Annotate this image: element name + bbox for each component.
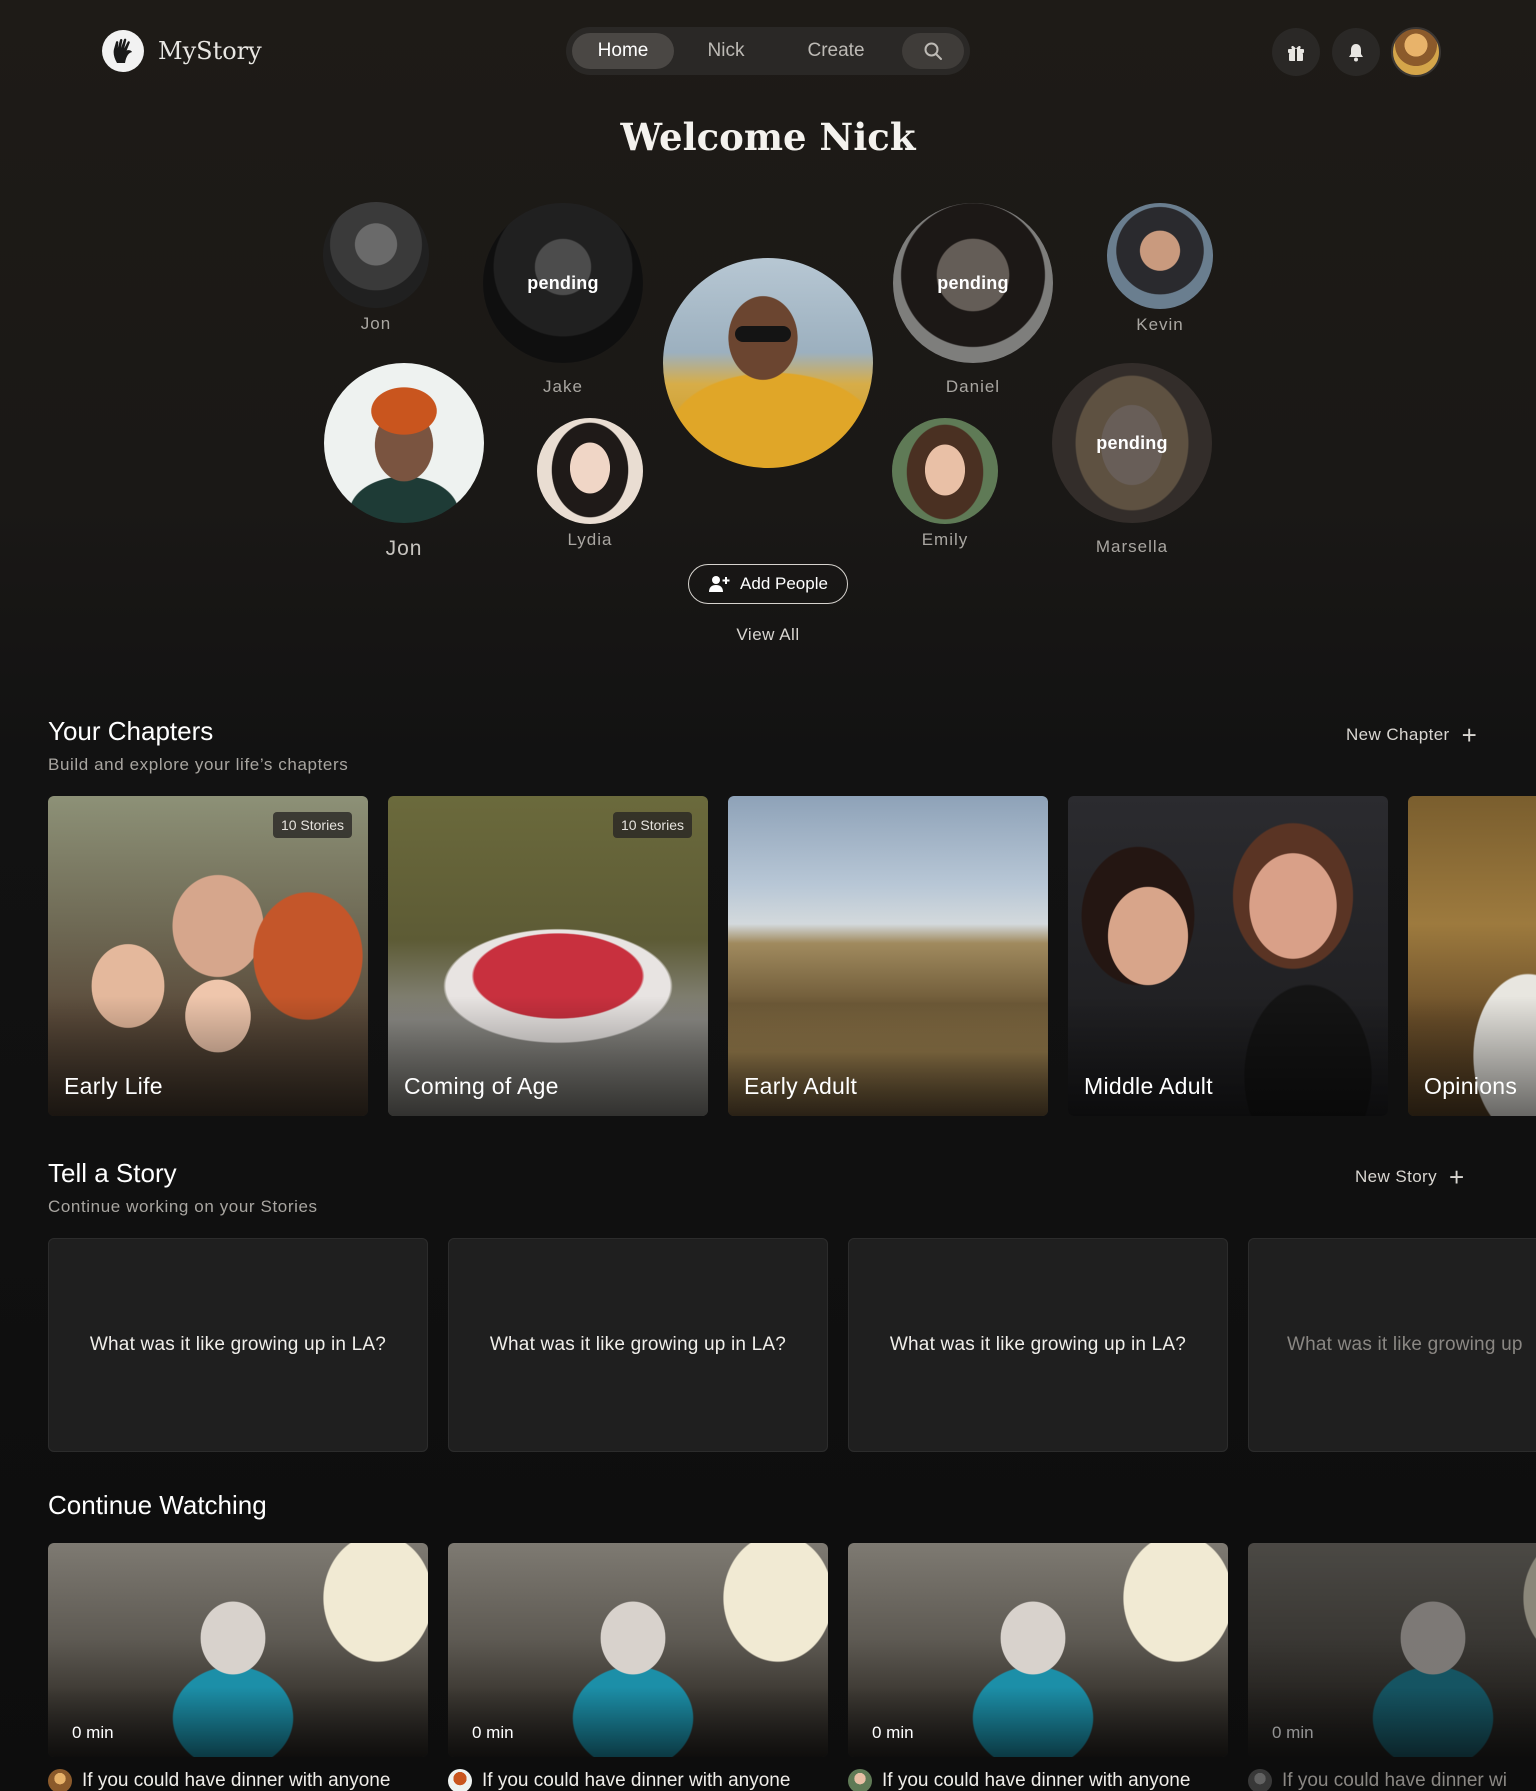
search-icon (924, 42, 942, 60)
tab-create[interactable]: Create (778, 33, 894, 69)
gift-icon (1288, 45, 1304, 61)
chapter-card-middle-adult[interactable]: Middle Adult (1068, 796, 1388, 1116)
video-card[interactable]: 0 min (1248, 1543, 1536, 1757)
add-user-icon (709, 576, 730, 592)
video-duration: 0 min (872, 1723, 914, 1742)
person-nick[interactable] (663, 258, 873, 468)
tab-home[interactable]: Home (572, 33, 674, 69)
new-story-label: New Story (1355, 1167, 1438, 1186)
chapter-label: Middle Adult (1084, 1073, 1213, 1099)
person-name: Kevin (1136, 315, 1184, 334)
new-chapter-label: New Chapter (1346, 725, 1450, 744)
avatar (323, 202, 429, 308)
avatar (892, 418, 998, 524)
video-title: If you could have dinner with anyone (882, 1770, 1191, 1791)
search-button[interactable] (902, 33, 964, 69)
video-card[interactable]: 0 min (448, 1543, 828, 1757)
video-duration: 0 min (72, 1723, 114, 1742)
add-people-button[interactable]: Add People (688, 564, 848, 604)
tab-nick[interactable]: Nick (674, 33, 778, 69)
chapter-card-opinions[interactable]: Opinions (1408, 796, 1536, 1116)
person-name: Lydia (567, 530, 613, 549)
story-card[interactable]: What was it like growing up in LA? (848, 1238, 1228, 1452)
hand-logo-icon (102, 30, 144, 72)
plus-icon: + (1449, 1162, 1465, 1192)
video-card[interactable]: 0 min (848, 1543, 1228, 1757)
pending-label: pending (937, 273, 1009, 293)
stories-badge: 10 Stories (272, 812, 352, 838)
video-title: If you could have dinner with anyone (482, 1770, 791, 1791)
person-emily[interactable]: Emily (892, 418, 998, 550)
bell-icon (1349, 44, 1363, 62)
story-card[interactable]: What was it like growing up in LA? (448, 1238, 828, 1452)
avatar (848, 1769, 872, 1791)
avatar (448, 1769, 472, 1791)
stories-title: Tell a Story (48, 1158, 177, 1188)
person-name: Jon (385, 537, 423, 560)
person-name: Daniel (945, 377, 1001, 396)
person-name: Marsella (1095, 537, 1169, 556)
chapters-subtitle: Build and explore your life’s chapters (48, 755, 349, 774)
video-title-row[interactable]: If you could have dinner wi (1248, 1768, 1536, 1791)
gift-button[interactable] (1272, 28, 1320, 76)
person-jake[interactable]: pending Jake (483, 203, 643, 397)
story-card[interactable]: What was it like growing up in LA? (48, 1238, 428, 1452)
avatar (537, 418, 643, 524)
chapters-title: Your Chapters (48, 716, 214, 746)
person-name: Emily (921, 530, 969, 549)
video-title: If you could have dinner wi (1282, 1770, 1507, 1791)
avatar (324, 363, 484, 523)
main-nav: Home Nick Create (566, 27, 970, 75)
avatar (1107, 203, 1213, 309)
chapter-card-early-adult[interactable]: Early Adult (728, 796, 1048, 1116)
video-card[interactable]: 0 min (48, 1543, 428, 1757)
person-lydia[interactable]: Lydia (537, 418, 643, 550)
watching-title: Continue Watching (48, 1490, 267, 1520)
pending-label: pending (527, 273, 599, 293)
person-jon-2[interactable]: Jon (323, 363, 485, 561)
person-daniel[interactable]: pending Daniel (893, 203, 1053, 397)
chapter-label: Early Life (64, 1073, 163, 1099)
video-title: If you could have dinner with anyone (82, 1770, 391, 1791)
top-bar: MyStory Home Nick Create (0, 0, 1536, 100)
avatar (663, 258, 873, 468)
video-title-row[interactable]: If you could have dinner with anyone (848, 1768, 1228, 1791)
person-name: Jon (360, 314, 392, 333)
plus-icon: + (1461, 720, 1478, 750)
video-title-row[interactable]: If you could have dinner with anyone (448, 1768, 828, 1791)
pending-label: pending (1096, 433, 1168, 453)
stories-subtitle: Continue working on your Stories (48, 1197, 318, 1216)
chapter-card-coming-of-age[interactable]: 10 Stories Coming of Age (388, 796, 708, 1116)
person-name: Jake (543, 377, 583, 396)
chapter-label: Early Adult (744, 1073, 858, 1099)
video-duration: 0 min (472, 1723, 514, 1742)
stories-badge: 10 Stories (612, 812, 692, 838)
page-title: Welcome Nick (620, 115, 916, 159)
app-name: MyStory (158, 37, 262, 65)
chapter-label: Opinions (1424, 1073, 1518, 1099)
chapter-label: Coming of Age (404, 1073, 559, 1099)
view-all-link[interactable]: View All (0, 625, 1536, 645)
avatar (1248, 1769, 1272, 1791)
notifications-button[interactable] (1332, 28, 1380, 76)
story-card[interactable]: What was it like growing up (1248, 1238, 1536, 1452)
avatar (48, 1769, 72, 1791)
chapter-card-early-life[interactable]: 10 Stories Early Life (48, 796, 368, 1116)
person-marsella[interactable]: pending Marsella (1052, 363, 1212, 557)
app-logo[interactable]: MyStory (102, 30, 262, 72)
person-kevin[interactable]: Kevin (1107, 203, 1213, 335)
user-avatar[interactable] (1391, 27, 1441, 77)
person-jon[interactable]: Jon (323, 202, 429, 334)
video-duration: 0 min (1272, 1723, 1314, 1742)
new-chapter-button[interactable]: New Chapter + (1346, 722, 1477, 748)
video-title-row[interactable]: If you could have dinner with anyone (48, 1768, 428, 1791)
new-story-button[interactable]: New Story + (1355, 1164, 1465, 1190)
add-people-label: Add People (740, 574, 828, 593)
